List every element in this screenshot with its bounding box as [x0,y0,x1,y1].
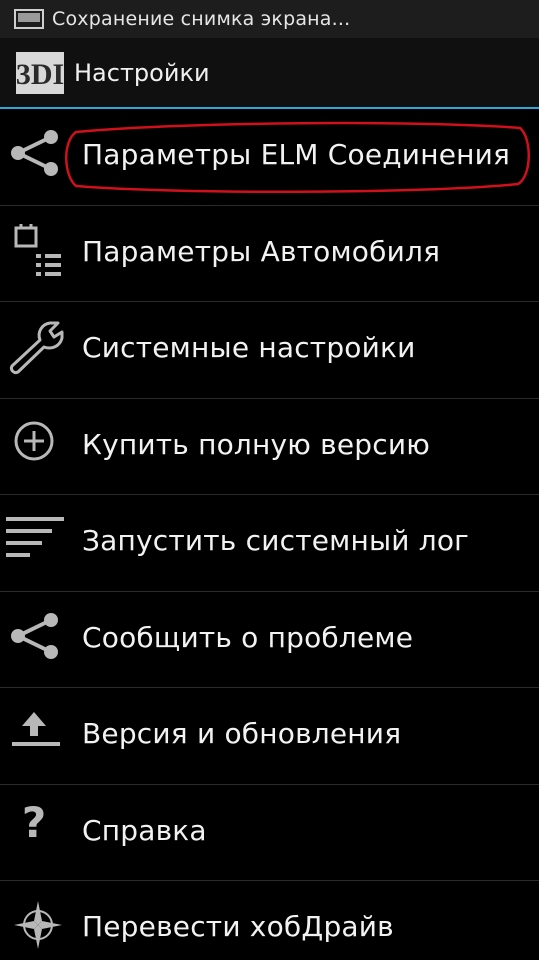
menu-item-buy-full[interactable]: Купить полную версию [0,399,539,495]
menu-item-translate[interactable]: Перевести хобДрайв [0,881,539,960]
menu-item-report-problem[interactable]: Сообщить о проблеме [0,592,539,688]
menu-item-label: Перевести хобДрайв [82,910,394,943]
menu-item-version-updates[interactable]: Версия и обновления [0,688,539,785]
plus-circle-icon [14,421,54,460]
app-logo-text: 3DI [16,58,64,91]
svg-text:?: ? [22,799,46,847]
menu-item-elm-connection[interactable]: Параметры ELM Соединения [0,109,539,206]
compass-icon [14,901,62,949]
status-notification-text: Сохранение снимка экрана... [52,8,351,30]
menu-item-help[interactable]: ? Справка [0,785,539,881]
menu-item-system-log[interactable]: Запустить системный лог [0,495,539,592]
car-settings-icon [14,223,61,276]
menu-item-system-settings[interactable]: Системные настройки [0,302,539,399]
menu-item-label: Справка [82,813,207,847]
action-bar: 3DI Настройки [0,38,539,107]
menu-item-car-params[interactable]: Параметры Автомобиля [0,206,539,302]
app-logo[interactable]: 3DI [16,51,64,94]
menu-item-label: Параметры ELM Соединения [82,138,511,171]
screen: Сохранение снимка экрана... 3DI Настройк… [0,0,539,960]
app-logo-icon: 3DI [16,51,64,94]
settings-list: Параметры ELM Соединения Параметры Автом… [0,109,539,960]
share-icon [11,612,58,659]
question-icon: ? [22,799,46,847]
log-lines-icon [6,517,64,557]
menu-item-label: Системные настройки [82,331,416,364]
upload-icon [12,712,60,746]
menu-item-label: Сообщить о проблеме [82,620,414,654]
menu-item-label: Купить полную версию [82,427,431,461]
menu-item-label: Параметры Автомобиля [82,234,441,268]
screenshot-notification-icon [14,9,44,29]
share-icon [11,130,58,176]
wrench-icon [10,321,64,374]
menu-item-label: Запустить системный лог [82,524,470,557]
menu-item-label: Версия и обновления [82,717,402,750]
page-title: Настройки [74,58,210,87]
status-bar: Сохранение снимка экрана... [0,0,539,38]
